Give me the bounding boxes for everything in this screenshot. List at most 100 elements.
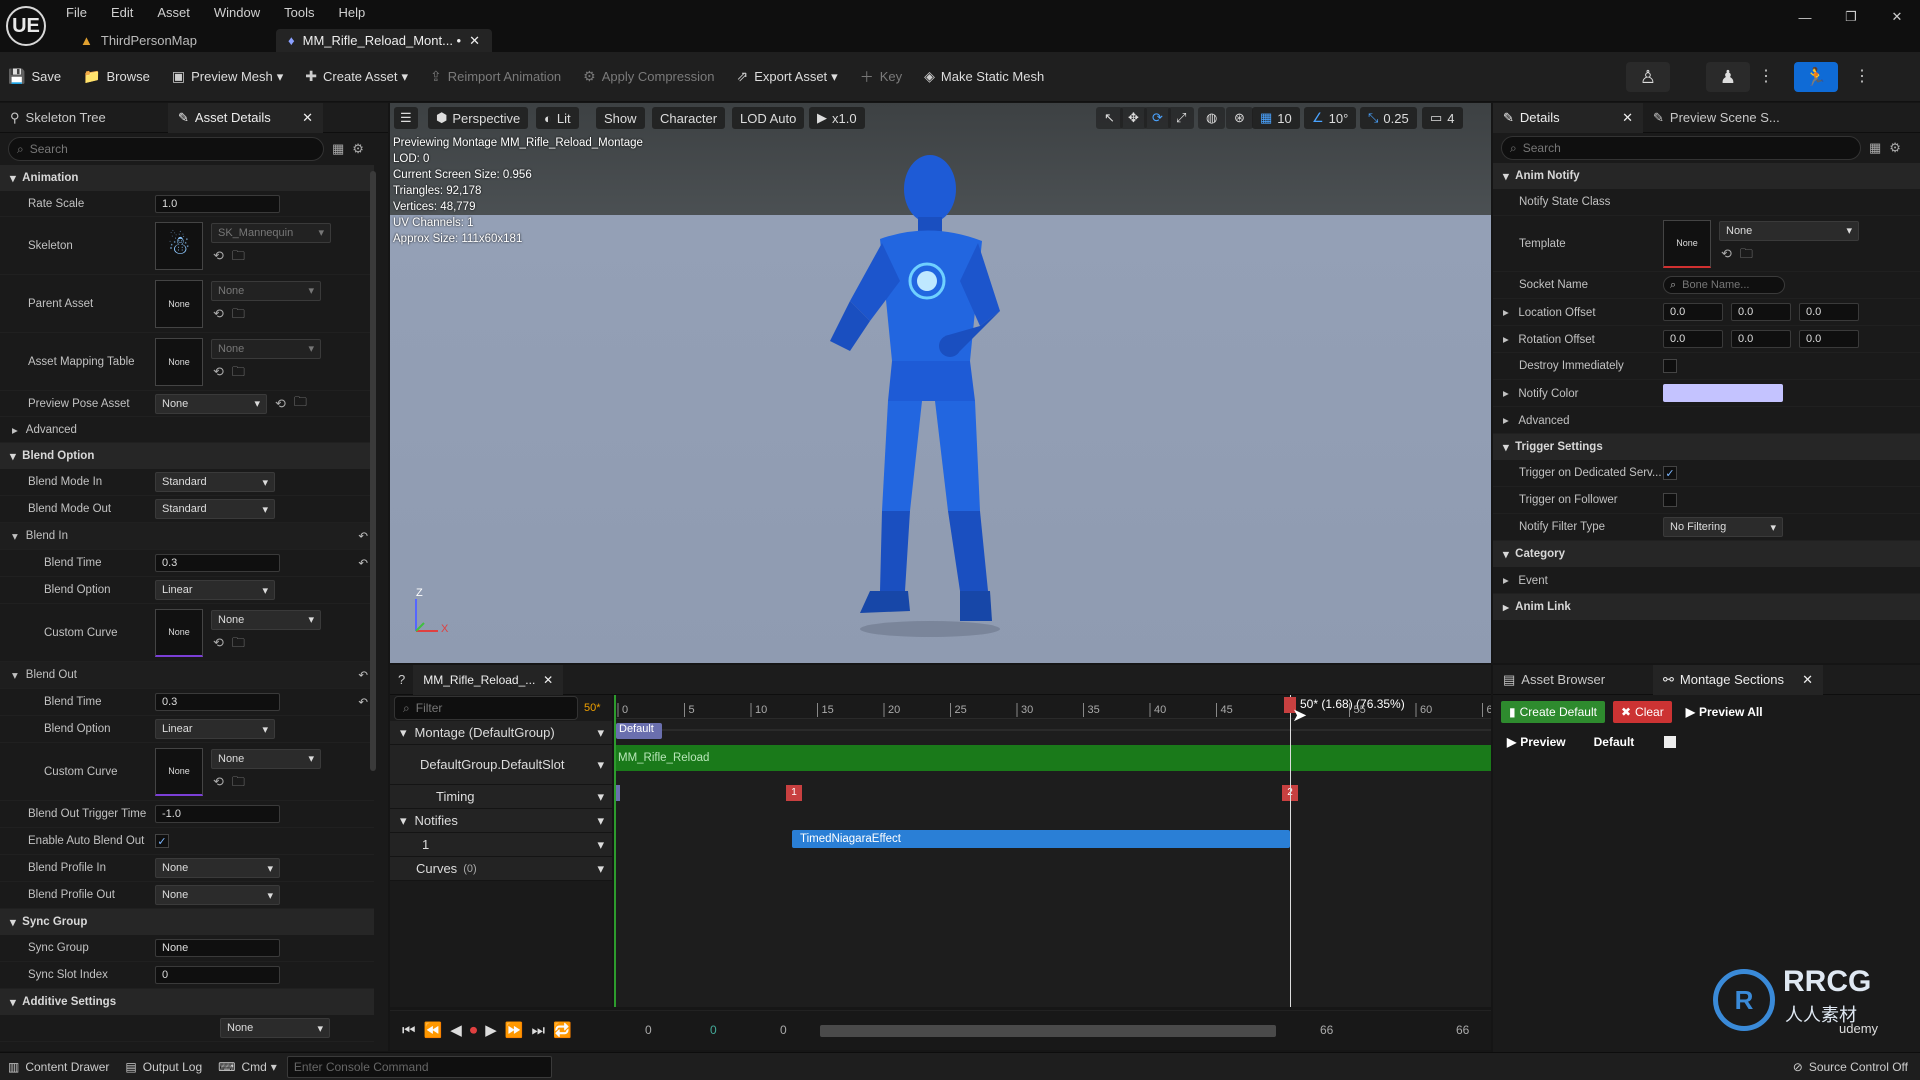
track-timing[interactable]: Timing ▾ xyxy=(390,785,612,809)
track-notifies[interactable]: ▾ Notifies ▾ xyxy=(390,809,612,833)
rotation-x-input[interactable]: 0.0 xyxy=(1663,330,1723,348)
browse-icon[interactable]: 🗀 xyxy=(232,248,245,263)
dropdown-arrow-icon[interactable]: ▾ xyxy=(597,813,604,829)
jump-start-icon[interactable]: ⏮ xyxy=(402,1022,416,1039)
dropdown-arrow-icon[interactable]: ▾ xyxy=(597,861,604,877)
surface-snap-toggle[interactable]: ⊛ xyxy=(1226,107,1253,129)
view-end-value[interactable]: 66 xyxy=(1456,1023,1469,1037)
notify-color-swatch[interactable] xyxy=(1663,384,1783,402)
blend-profile-in-dropdown[interactable]: None ▾ xyxy=(155,858,280,878)
section-link-box[interactable] xyxy=(1664,736,1677,748)
rotation-z-input[interactable]: 0.0 xyxy=(1799,330,1859,348)
help-icon[interactable]: ? xyxy=(398,672,405,687)
make-static-mesh-button[interactable]: ◈ Make Static Mesh xyxy=(924,68,1044,85)
blend-in-time-input[interactable]: 0.3 xyxy=(155,554,280,572)
preview-pose-dropdown[interactable]: None ▾ xyxy=(155,393,267,414)
use-selected-icon[interactable]: ⟲ xyxy=(1721,246,1732,261)
preview-all-button[interactable]: ▶ Preview All xyxy=(1686,701,1763,723)
world-local-toggle[interactable]: ◍ xyxy=(1198,107,1226,129)
minimize-icon[interactable]: — xyxy=(1782,10,1828,25)
play-start-value[interactable]: 0 xyxy=(710,1023,717,1037)
additive-dropdown[interactable]: None ▾ xyxy=(220,1018,330,1038)
skeleton-dropdown[interactable]: SK_Mannequin ▾ xyxy=(211,222,331,243)
rotate-tool[interactable]: ⟳ xyxy=(1144,107,1171,129)
section-default-label[interactable]: Default xyxy=(1594,735,1635,749)
menu-window[interactable]: Window xyxy=(214,5,260,20)
details-scrollbar[interactable] xyxy=(370,171,376,771)
location-y-input[interactable]: 0.0 xyxy=(1731,303,1791,321)
viewport-menu-button[interactable]: ☰ xyxy=(394,107,418,129)
browse-button[interactable]: 📁 Browse xyxy=(83,68,150,85)
blend-out-row[interactable]: ▾ Blend Out ↶ xyxy=(0,662,374,689)
asset-mapping-thumbnail[interactable]: None xyxy=(155,337,203,386)
blend-in-option-dropdown[interactable]: Linear ▾ xyxy=(155,580,275,600)
curve-thumbnail[interactable]: None xyxy=(155,747,203,796)
show-button[interactable]: Show xyxy=(596,107,645,129)
apply-compression-button[interactable]: ⚙ Apply Compression xyxy=(583,68,714,85)
next-frame-icon[interactable]: ⏩ xyxy=(505,1021,524,1039)
tab-asset-details[interactable]: ✎ Asset Details ✕ xyxy=(168,102,323,133)
dropdown-arrow-icon[interactable]: ▾ xyxy=(597,725,604,741)
category-additive-settings[interactable]: ▾ Additive Settings xyxy=(0,989,374,1015)
preview-mesh-button[interactable]: ▣ Preview Mesh ▾ xyxy=(172,68,283,85)
parent-asset-dropdown[interactable]: None ▾ xyxy=(211,280,321,301)
save-button[interactable]: 💾 Save xyxy=(8,68,61,85)
tab-details[interactable]: ✎ Details ✕ xyxy=(1493,102,1643,133)
dropdown-arrow-icon[interactable]: ▾ xyxy=(597,789,604,805)
event-row[interactable]: ▸ Event xyxy=(1493,567,1920,594)
category-anim-link[interactable]: ▸ Anim Link xyxy=(1493,594,1920,620)
create-default-button[interactable]: ▮ Create Default xyxy=(1501,701,1605,723)
enable-auto-blend-out-checkbox[interactable]: ✓ xyxy=(155,834,169,848)
notify-details-search[interactable]: ⌕ Search xyxy=(1501,136,1861,160)
reset-icon[interactable]: ↶ xyxy=(358,529,368,543)
camera-speed-button[interactable]: ▭ 4 xyxy=(1422,107,1463,129)
close-icon[interactable]: ✕ xyxy=(1802,672,1813,688)
category-anim-notify[interactable]: ▾ Anim Notify xyxy=(1493,163,1920,189)
rate-scale-input[interactable]: 1.0 xyxy=(155,194,280,213)
close-window-icon[interactable]: ✕ xyxy=(1874,9,1920,25)
browse-icon[interactable]: 🗀 xyxy=(232,306,245,321)
preview-section-button[interactable]: ▶ Preview xyxy=(1507,731,1566,753)
blend-out-curve-dropdown[interactable]: None ▾ xyxy=(211,748,321,769)
skeleton-mode-button[interactable]: ♙ xyxy=(1626,62,1670,92)
clear-button[interactable]: ✖ Clear xyxy=(1612,701,1672,723)
tab-thirdpersonmap[interactable]: ▲ ThirdPersonMap xyxy=(68,29,209,52)
close-icon[interactable]: ✕ xyxy=(302,110,313,126)
sync-group-input[interactable]: None xyxy=(155,939,280,957)
parent-asset-thumbnail[interactable]: None xyxy=(155,279,203,328)
category-category[interactable]: ▾ Category xyxy=(1493,541,1920,567)
source-control-button[interactable]: ⊘ Source Control Off xyxy=(1793,1060,1908,1074)
browse-icon[interactable]: 🗀 xyxy=(294,393,307,415)
browse-icon[interactable]: 🗀 xyxy=(232,364,245,379)
more-options-icon[interactable]: ⋮ xyxy=(1758,66,1774,86)
menu-asset[interactable]: Asset xyxy=(157,5,190,20)
location-x-input[interactable]: 0.0 xyxy=(1663,303,1723,321)
track-notify-1[interactable]: 1 ▾ xyxy=(390,833,612,857)
reimport-animation-button[interactable]: ⇪ Reimport Animation xyxy=(430,68,561,85)
trigger-dedicated-checkbox[interactable]: ✓ xyxy=(1663,466,1677,480)
console-command-input[interactable]: Enter Console Command xyxy=(286,1055,552,1078)
play-reverse-icon[interactable]: ◀ xyxy=(450,1021,462,1039)
track-filter-input[interactable]: ⌕ Filter xyxy=(394,696,578,720)
category-animation[interactable]: ▾ Animation xyxy=(0,165,374,191)
blend-out-option-dropdown[interactable]: Linear ▾ xyxy=(155,719,275,739)
timing-marker-1[interactable]: 1 xyxy=(786,785,802,801)
more-options-icon[interactable]: ⋮ xyxy=(1854,66,1870,86)
output-log-button[interactable]: ▤ Output Log xyxy=(125,1060,202,1074)
notify-filter-type-dropdown[interactable]: No Filtering ▾ xyxy=(1663,517,1783,537)
scale-snap-button[interactable]: ⤡ 0.25 xyxy=(1360,107,1417,129)
blend-in-curve-dropdown[interactable]: None ▾ xyxy=(211,609,321,630)
playback-speed-button[interactable]: ▶ x1.0 xyxy=(809,107,865,129)
dropdown-arrow-icon[interactable]: ▾ xyxy=(597,837,604,853)
table-view-icon[interactable]: ▦ xyxy=(1869,140,1881,156)
slot-clip[interactable]: MM_Rifle_Reload xyxy=(614,745,1491,771)
location-z-input[interactable]: 0.0 xyxy=(1799,303,1859,321)
category-trigger-settings[interactable]: ▾ Trigger Settings xyxy=(1493,434,1920,460)
playhead[interactable] xyxy=(1290,695,1291,1007)
range-start-value[interactable]: 0 xyxy=(780,1023,787,1037)
select-tool[interactable]: ↖ xyxy=(1096,107,1123,129)
reset-icon[interactable]: ↶ xyxy=(358,668,368,682)
lod-button[interactable]: LOD Auto xyxy=(732,107,805,129)
use-selected-icon[interactable]: ⟲ xyxy=(275,396,286,412)
section-default-marker[interactable]: Default xyxy=(616,723,662,739)
